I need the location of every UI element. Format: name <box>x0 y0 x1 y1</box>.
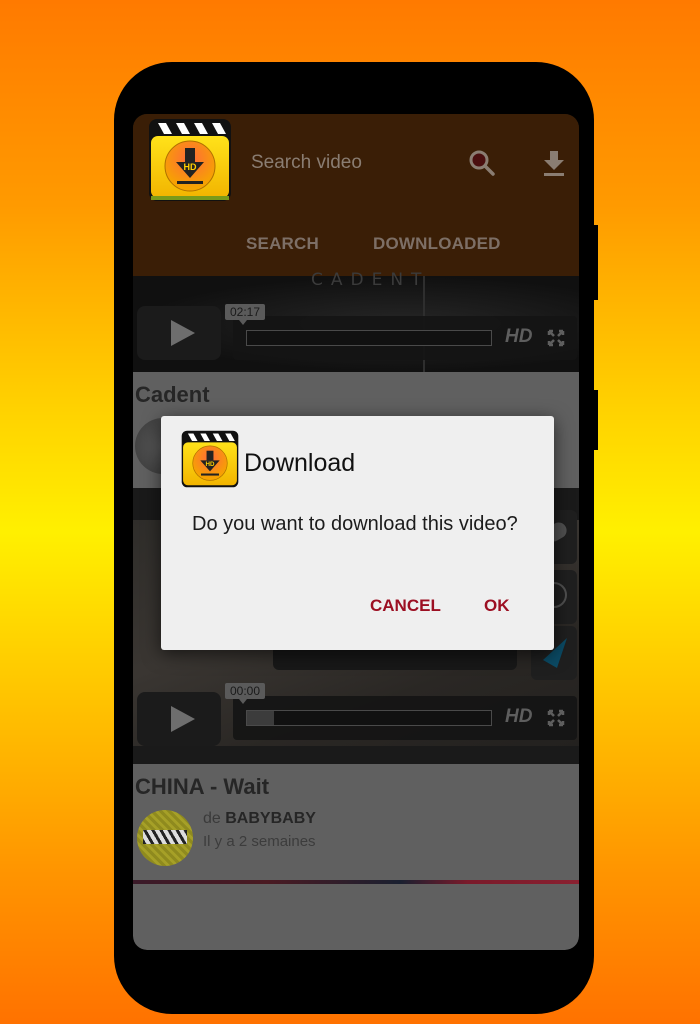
search-input[interactable]: Search video <box>251 152 362 174</box>
dialog-title: Download <box>244 449 356 477</box>
dialog-message: Do you want to download this video? <box>192 513 518 535</box>
hd-quality-button[interactable]: HD <box>505 706 532 728</box>
time-indicator: 02:17 <box>225 304 266 325</box>
channel-name[interactable]: de BABYBABY <box>203 810 316 828</box>
search-icon[interactable] <box>467 148 497 178</box>
tab-downloaded[interactable]: DOWNLOADED <box>373 234 501 254</box>
svg-text:HD: HD <box>206 461 215 468</box>
hd-quality-button[interactable]: HD <box>505 326 532 348</box>
app-logo-icon: HD <box>181 430 239 488</box>
progress-bar[interactable] <box>246 710 492 726</box>
svg-text:HD: HD <box>184 162 197 172</box>
video-thumbnail-text: CADENT <box>311 270 430 290</box>
time-indicator: 00:00 <box>225 683 266 704</box>
download-dialog: HD Download Do you want to download this… <box>161 416 554 650</box>
video-title[interactable]: CHINA - Wait <box>135 774 269 800</box>
channel-prefix: de <box>203 810 221 827</box>
progress-bar[interactable] <box>246 330 492 346</box>
app-logo-icon: HD <box>149 119 231 201</box>
avatar-pattern <box>143 830 187 844</box>
play-button[interactable] <box>137 692 221 746</box>
fullscreen-icon[interactable] <box>547 329 565 347</box>
app-bar: HD Search video SEARCH DOWNLOADED <box>133 114 579 276</box>
play-button[interactable] <box>137 306 221 360</box>
channel-avatar[interactable] <box>137 810 193 866</box>
ok-button[interactable]: OK <box>484 596 510 616</box>
next-video-thumbnail-edge <box>133 880 579 884</box>
tab-search[interactable]: SEARCH <box>246 234 319 254</box>
fullscreen-icon[interactable] <box>547 709 565 727</box>
video-title[interactable]: Cadent <box>135 382 210 408</box>
upload-age: Il y a 2 semaines <box>203 833 316 850</box>
video-player-1[interactable]: CADENT 02:17 HD <box>133 270 579 372</box>
channel-label: BABYBABY <box>225 810 316 827</box>
progress-fill <box>247 711 274 725</box>
download-icon[interactable] <box>539 148 569 178</box>
phone-side-button <box>592 225 598 300</box>
cancel-button[interactable]: CANCEL <box>370 596 441 616</box>
phone-side-button <box>592 390 598 450</box>
video-info-card[interactable]: CHINA - Wait de BABYBABY Il y a 2 semain… <box>133 764 579 950</box>
